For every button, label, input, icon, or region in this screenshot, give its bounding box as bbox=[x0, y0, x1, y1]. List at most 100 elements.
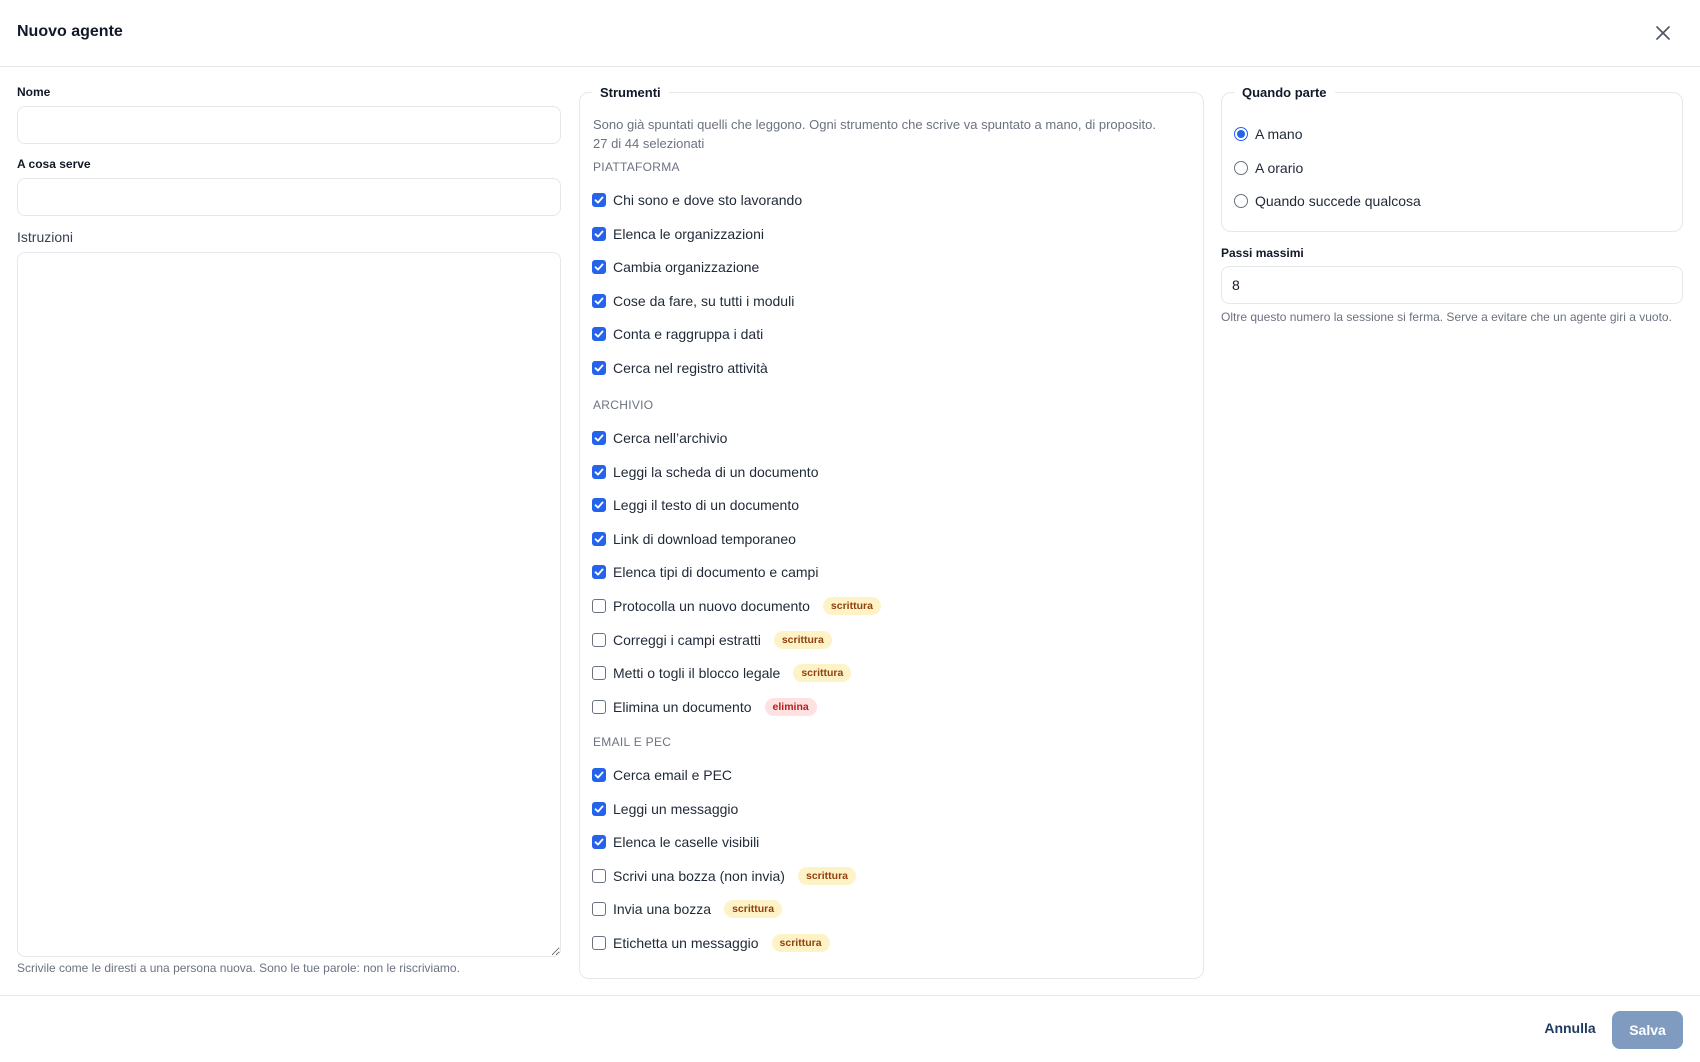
checkbox-checked[interactable] bbox=[592, 565, 606, 580]
checkbox-checked[interactable] bbox=[592, 835, 606, 850]
checkmark-icon bbox=[594, 330, 604, 338]
dialog-title: Nuovo agente bbox=[17, 23, 123, 40]
dialog-header: Nuovo agente bbox=[0, 0, 1700, 67]
checkbox-checked[interactable] bbox=[592, 431, 606, 445]
instructions-help: Scrivile come le diresti a una persona n… bbox=[17, 961, 460, 975]
trigger-option[interactable]: A orario bbox=[1234, 157, 1303, 179]
tool-item[interactable]: Metti o togli il blocco legale scrittura bbox=[592, 662, 852, 684]
tool-item[interactable]: Cambia organizzazione bbox=[592, 256, 759, 278]
write-badge: scrittura bbox=[822, 597, 881, 615]
tool-group-title: PIATTAFORMA bbox=[593, 160, 680, 174]
max-steps-input[interactable] bbox=[1221, 266, 1683, 304]
tool-item[interactable]: Scrivi una bozza (non invia) scrittura bbox=[592, 865, 856, 887]
checkbox-checked[interactable] bbox=[592, 193, 606, 207]
tool-item[interactable]: Leggi un messaggio bbox=[592, 798, 738, 820]
trigger-option-label: A mano bbox=[1255, 126, 1303, 142]
checkbox-unchecked[interactable] bbox=[592, 599, 606, 613]
tool-label: Cambia organizzazione bbox=[613, 259, 760, 276]
tool-label: Metti o togli il blocco legale bbox=[613, 665, 781, 682]
tools-intro: Sono già spuntati quelli che leggono. Og… bbox=[593, 117, 1156, 132]
checkmark-icon bbox=[594, 805, 604, 813]
tool-label: Invia una bozza bbox=[613, 901, 712, 918]
checkbox-checked[interactable] bbox=[592, 531, 606, 546]
tool-item[interactable]: Correggi i campi estratti scrittura bbox=[592, 629, 832, 651]
max-steps-label: Passi massimi bbox=[1221, 246, 1304, 260]
tool-item[interactable]: Chi sono e dove sto lavorando bbox=[592, 189, 802, 211]
write-badge: scrittura bbox=[797, 866, 856, 885]
tool-item[interactable]: Etichetta un messaggio scrittura bbox=[592, 932, 830, 954]
tool-item[interactable]: Elenca le organizzazioni bbox=[592, 223, 764, 245]
save-button[interactable]: Salva bbox=[1612, 1011, 1683, 1049]
checkbox-checked[interactable] bbox=[592, 361, 606, 375]
checkmark-icon bbox=[594, 535, 604, 543]
radio-selected[interactable] bbox=[1234, 127, 1248, 141]
cancel-button[interactable]: Annulla bbox=[1535, 1009, 1605, 1047]
tool-item[interactable]: Elimina un documento elimina bbox=[592, 696, 817, 718]
name-input[interactable] bbox=[17, 106, 561, 144]
tool-item[interactable]: Elenca tipi di documento e campi bbox=[592, 561, 818, 583]
tool-label: Conta e raggruppa i dati bbox=[613, 326, 764, 343]
tool-item[interactable]: Elenca le caselle visibili bbox=[592, 831, 759, 853]
write-badge: scrittura bbox=[724, 900, 783, 919]
checkbox-unchecked[interactable] bbox=[592, 632, 606, 647]
checkbox-checked[interactable] bbox=[592, 260, 606, 275]
trigger-option-label: Quando succede qualcosa bbox=[1255, 193, 1421, 209]
tool-item[interactable]: Invia una bozza scrittura bbox=[592, 898, 783, 920]
trigger-option[interactable]: Quando succede qualcosa bbox=[1234, 190, 1421, 212]
checkbox-unchecked[interactable] bbox=[592, 699, 606, 714]
checkbox-checked[interactable] bbox=[592, 498, 606, 513]
tool-item[interactable]: Cose da fare, su tutti i moduli bbox=[592, 290, 794, 312]
tool-label: Elimina un documento bbox=[613, 698, 752, 715]
tool-label: Cerca nel registro attività bbox=[613, 360, 768, 376]
tool-group-title: ARCHIVIO bbox=[593, 398, 654, 412]
tool-label: Elenca le caselle visibili bbox=[613, 834, 760, 851]
checkbox-checked[interactable] bbox=[592, 293, 606, 308]
checkbox-checked[interactable] bbox=[592, 464, 606, 479]
checkbox-checked[interactable] bbox=[592, 801, 606, 816]
tool-label: Cerca email e PEC bbox=[613, 767, 733, 783]
instructions-label: Istruzioni bbox=[17, 229, 74, 245]
trigger-option-label: A orario bbox=[1255, 160, 1304, 176]
tool-label: Leggi la scheda di un documento bbox=[613, 463, 819, 480]
delete-badge: elimina bbox=[764, 697, 817, 716]
close-button[interactable] bbox=[1650, 20, 1676, 46]
checkmark-icon bbox=[594, 434, 604, 442]
instructions-textarea[interactable] bbox=[17, 252, 561, 957]
checkbox-unchecked[interactable] bbox=[592, 936, 606, 950]
checkbox-unchecked[interactable] bbox=[592, 868, 606, 883]
tool-item[interactable]: Link di download temporaneo bbox=[592, 528, 796, 550]
write-badge: scrittura bbox=[773, 630, 832, 649]
checkbox-checked[interactable] bbox=[592, 226, 606, 241]
tool-item[interactable]: Leggi la scheda di un documento bbox=[592, 461, 818, 483]
checkmark-icon bbox=[594, 501, 604, 509]
tool-label: Leggi un messaggio bbox=[613, 800, 739, 817]
purpose-input[interactable] bbox=[17, 178, 561, 216]
tool-item[interactable]: Cerca email e PEC bbox=[592, 764, 732, 786]
tool-label: Chi sono e dove sto lavorando bbox=[613, 192, 803, 208]
tool-label: Elenca le organizzazioni bbox=[613, 225, 764, 242]
checkmark-icon bbox=[594, 838, 604, 846]
write-badge: scrittura bbox=[771, 934, 830, 952]
checkmark-icon bbox=[594, 196, 604, 204]
checkbox-unchecked[interactable] bbox=[592, 902, 606, 917]
tool-item[interactable]: Leggi il testo di un documento bbox=[592, 494, 799, 516]
tool-item[interactable]: Protocolla un nuovo documento scrittura bbox=[592, 595, 881, 617]
tool-label: Etichetta un messaggio bbox=[613, 935, 759, 951]
checkbox-checked[interactable] bbox=[592, 768, 606, 782]
radio-unselected[interactable] bbox=[1234, 161, 1248, 175]
tool-label: Cose da fare, su tutti i moduli bbox=[613, 292, 795, 309]
tool-item[interactable]: Cerca nel registro attività bbox=[592, 357, 768, 379]
close-icon bbox=[1656, 26, 1670, 40]
tool-label: Leggi il testo di un documento bbox=[613, 497, 800, 514]
radio-unselected[interactable] bbox=[1234, 194, 1248, 208]
tool-label: Scrivi una bozza (non invia) bbox=[613, 867, 785, 884]
checkmark-icon bbox=[594, 230, 604, 238]
checkbox-checked[interactable] bbox=[592, 327, 606, 342]
name-label: Nome bbox=[17, 85, 51, 99]
tool-label: Elenca tipi di documento e campi bbox=[613, 564, 819, 581]
tool-group-title: EMAIL E PEC bbox=[593, 735, 672, 749]
checkbox-unchecked[interactable] bbox=[592, 666, 606, 681]
tool-item[interactable]: Cerca nell’archivio bbox=[592, 427, 727, 449]
trigger-option[interactable]: A mano bbox=[1234, 123, 1302, 145]
tool-item[interactable]: Conta e raggruppa i dati bbox=[592, 323, 763, 345]
